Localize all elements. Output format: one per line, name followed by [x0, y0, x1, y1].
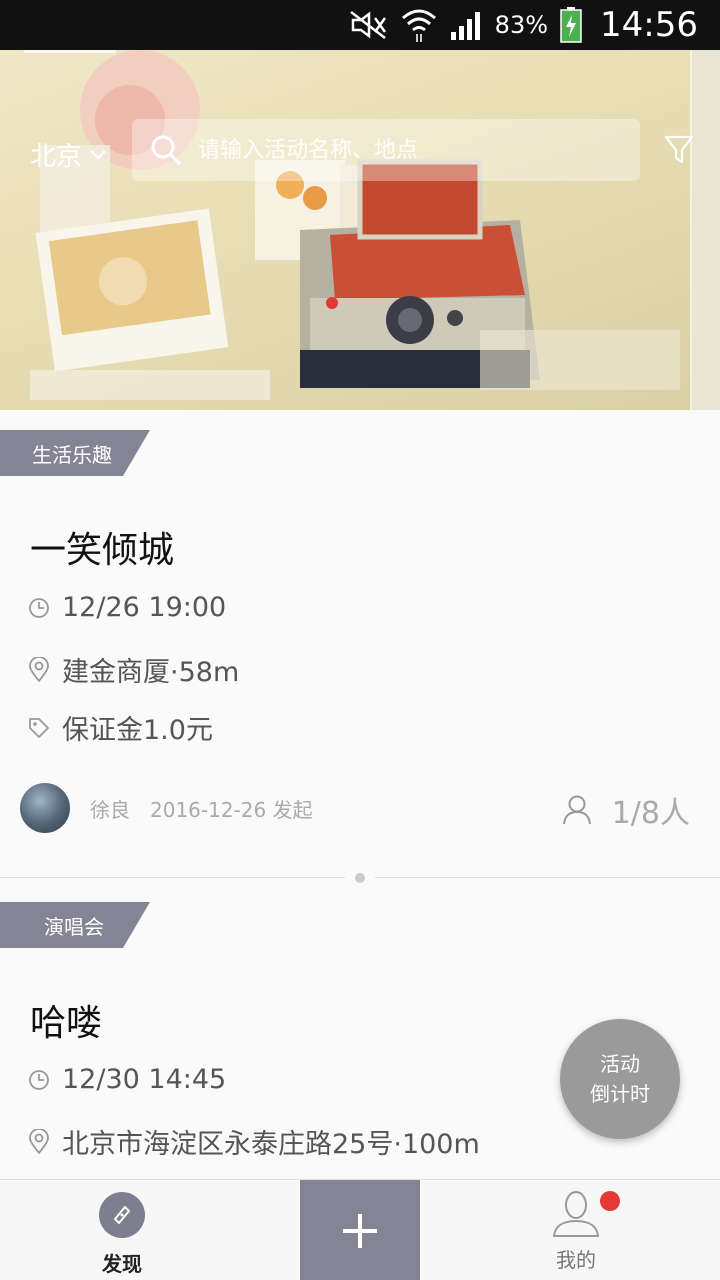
event-deposit: 保证金1.0元	[28, 708, 213, 747]
publish-date: 2016-12-26 发起	[150, 797, 313, 822]
city-label: 北京	[30, 142, 83, 172]
search-input[interactable]	[198, 137, 618, 163]
publisher-name: 徐良	[90, 797, 130, 822]
banner-carousel[interactable]: 北京	[0, 50, 720, 410]
participant-count-text: 1/8人	[611, 796, 690, 831]
event-location: 北京市海淀区永泰庄路25号·100m	[28, 1122, 480, 1161]
price-tag-icon	[29, 717, 49, 738]
event-time: 12/30 14:45	[28, 1064, 226, 1095]
city-selector[interactable]: 北京	[30, 136, 108, 173]
card-divider	[0, 873, 720, 883]
signal-icon	[449, 10, 483, 40]
event-location-text: 北京市海淀区永泰庄路25号·100m	[62, 1129, 480, 1160]
event-category-tag: 生活乐趣	[0, 430, 150, 476]
event-time-text: 12/26 19:00	[62, 592, 227, 623]
filter-button[interactable]	[664, 134, 694, 168]
tab-mine[interactable]: 我的	[514, 1180, 638, 1280]
event-category-tag: 演唱会	[0, 902, 150, 948]
event-category-label: 生活乐趣	[32, 442, 112, 467]
event-deposit-text: 保证金1.0元	[62, 715, 213, 746]
event-category-label: 演唱会	[44, 914, 104, 939]
bottom-nav: 发现 我的	[0, 1179, 720, 1280]
search-icon	[151, 135, 182, 166]
compass-icon	[99, 1192, 145, 1238]
tab-discover-label: 发现	[102, 1252, 142, 1276]
countdown-fab[interactable]: 活动 倒计时	[560, 1019, 680, 1139]
event-time: 12/26 19:00	[28, 592, 226, 623]
banner-image	[30, 50, 680, 400]
wifi-icon	[401, 8, 437, 42]
event-location: 建金商厦·58m	[28, 650, 239, 689]
tab-mine-label: 我的	[556, 1248, 596, 1272]
plus-icon	[343, 1213, 377, 1248]
next-slide-peek	[690, 50, 720, 410]
location-pin-icon	[29, 1128, 49, 1154]
avatar[interactable]	[20, 783, 70, 833]
participant-count: 1/8人	[562, 788, 690, 832]
event-location-text: 建金商厦·58m	[62, 657, 240, 688]
fab-label-line1: 活动	[600, 1052, 640, 1076]
tab-discover[interactable]: 发现	[60, 1180, 184, 1280]
notification-badge	[600, 1191, 620, 1211]
search-bar[interactable]	[132, 119, 640, 181]
location-pin-icon	[29, 656, 49, 682]
event-title[interactable]: 哈喽	[30, 994, 102, 1046]
battery-percent: 83%	[494, 11, 549, 39]
battery-icon	[560, 7, 582, 43]
profile-icon	[552, 1191, 600, 1237]
event-publisher[interactable]: 徐良 2016-12-26 发起	[20, 783, 313, 833]
status-bar: 83% 14:56	[0, 0, 720, 50]
person-icon	[562, 795, 591, 825]
clock: 14:56	[600, 5, 698, 45]
chevron-down-icon	[90, 149, 106, 160]
clock-icon	[29, 1069, 49, 1090]
mute-icon	[349, 10, 389, 40]
add-event-button[interactable]	[300, 1180, 420, 1280]
fab-label-line2: 倒计时	[590, 1082, 650, 1106]
event-title[interactable]: 一笑倾城	[30, 521, 174, 573]
event-time-text: 12/30 14:45	[62, 1064, 227, 1095]
clock-icon	[29, 597, 49, 618]
filter-icon	[664, 135, 694, 164]
